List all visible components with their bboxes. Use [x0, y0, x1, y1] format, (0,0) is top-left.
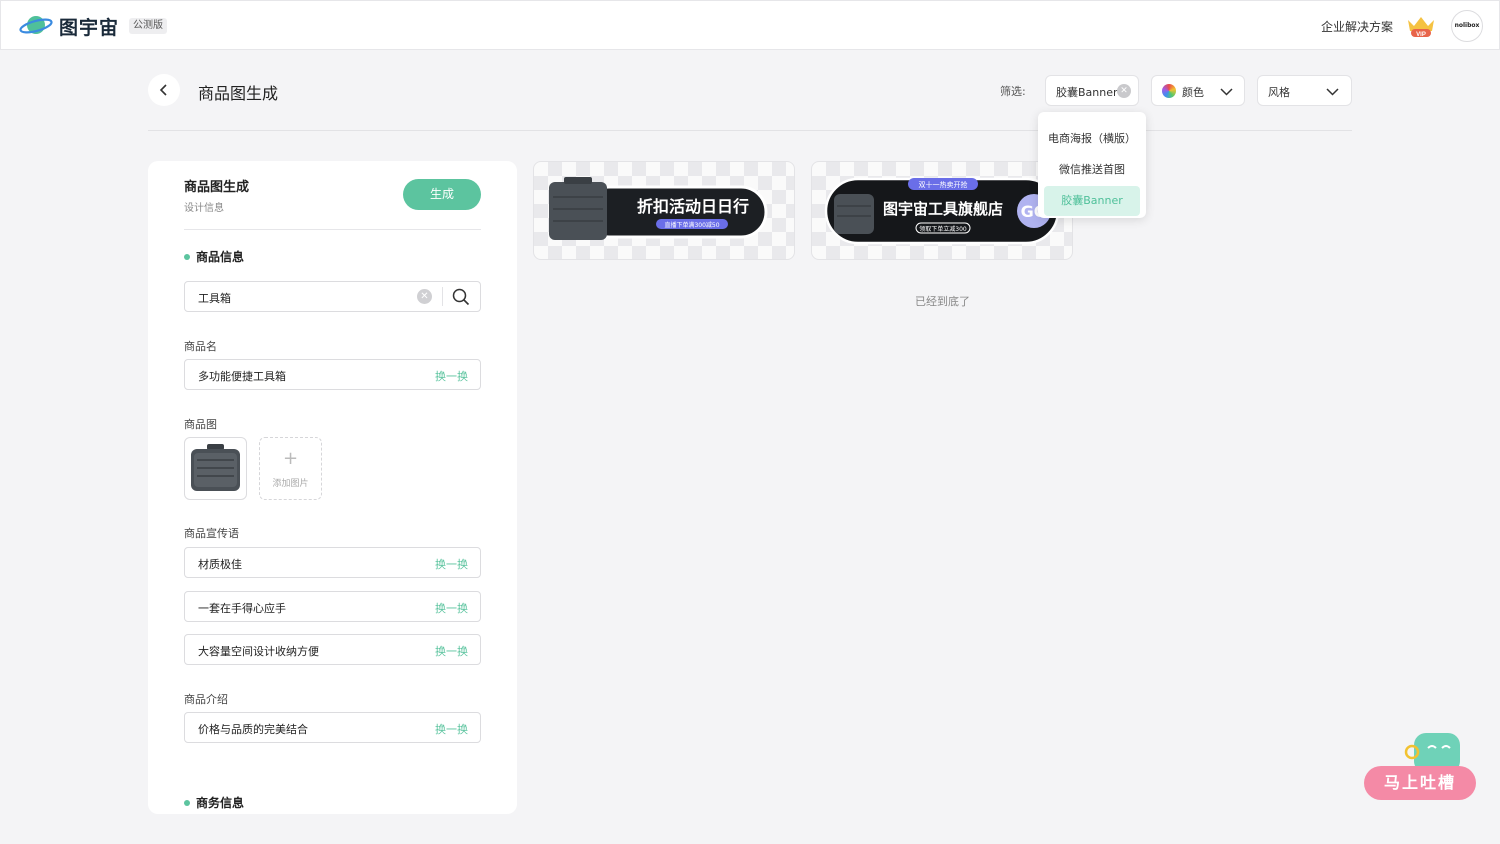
swap-button[interactable]: 换一换 — [435, 556, 468, 572]
swap-button[interactable]: 换一换 — [435, 721, 468, 737]
section-dot — [184, 253, 190, 260]
result-card[interactable]: 双十一热卖开抢 图宇宙工具旗舰店 领取下单立减300 GO — [811, 161, 1073, 260]
add-image-label: 添加图片 — [272, 479, 309, 489]
product-info-heading-label: 商品信息 — [196, 250, 245, 264]
slogan-field-3[interactable]: 大容量空间设计收纳方便 换一换 — [184, 634, 481, 665]
product-intro-value: 价格与品质的完美结合 — [198, 723, 308, 736]
feedback-widget[interactable]: 马上吐槽 — [1362, 730, 1478, 802]
banner-tag: 双十一热卖开抢 — [919, 180, 968, 189]
slogan-field-2[interactable]: 一套在手得心应手 换一换 — [184, 591, 481, 622]
product-info-heading: 商品信息 — [184, 248, 244, 265]
end-of-list-text: 已经到底了 — [915, 295, 970, 308]
design-info-panel: 商品图生成 设计信息 生成 商品信息 工具箱 ✕ 商品名 多功能便捷工具箱 换一… — [148, 161, 517, 814]
enterprise-solutions-link[interactable]: 企业解决方案 — [1321, 18, 1393, 35]
banner-headline: 折扣活动日日行 — [637, 197, 749, 216]
color-wheel-icon — [1162, 84, 1176, 98]
product-search-input[interactable]: 工具箱 ✕ — [184, 281, 481, 312]
plus-icon: + — [282, 448, 299, 469]
add-image-button[interactable]: + 添加图片 — [259, 437, 322, 500]
feedback-button[interactable]: 马上吐槽 — [1364, 766, 1476, 800]
user-avatar[interactable]: nolibox — [1451, 10, 1483, 42]
product-name-value: 多功能便捷工具箱 — [198, 370, 286, 383]
filter-label: 筛选: — [1000, 85, 1026, 98]
panel-subtitle: 设计信息 — [184, 203, 224, 214]
planet-logo-icon[interactable] — [19, 11, 53, 39]
banner-headline: 图宇宙工具旗舰店 — [883, 200, 1003, 218]
banner-subline: 直播下单满300减50 — [664, 221, 719, 229]
product-image-label: 商品图 — [184, 418, 217, 431]
business-info-heading: 商务信息 — [184, 794, 244, 811]
product-name-field[interactable]: 多功能便捷工具箱 换一换 — [184, 359, 481, 390]
swap-button[interactable]: 换一换 — [435, 600, 468, 616]
dropdown-item-ecommerce-poster[interactable]: 电商海报（横版） — [1044, 124, 1140, 154]
product-intro-field[interactable]: 价格与品质的完美结合 换一换 — [184, 712, 481, 743]
product-intro-label: 商品介绍 — [184, 693, 228, 706]
style-filter-select[interactable]: 风格 — [1257, 75, 1352, 106]
color-filter-select[interactable]: 颜色 — [1151, 75, 1245, 106]
slogan-value: 一套在手得心应手 — [198, 602, 286, 615]
color-filter-label: 颜色 — [1182, 86, 1204, 99]
back-button[interactable] — [148, 74, 180, 106]
top-navigation-bar: 图宇宙 公测版 企业解决方案 VIP nolibox — [0, 0, 1500, 50]
beta-badge: 公测版 — [129, 18, 167, 34]
style-filter-label: 风格 — [1268, 86, 1290, 99]
result-card[interactable]: 折扣活动日日行 直播下单满300减50 — [533, 161, 795, 260]
capsule-banner-preview: 折扣活动日日行 直播下单满300减50 — [549, 177, 768, 240]
generate-button[interactable]: 生成 — [403, 179, 481, 210]
slogan-value: 大容量空间设计收纳方便 — [198, 645, 319, 658]
toolbox-image-icon — [191, 444, 240, 491]
vip-label: VIP — [1416, 32, 1426, 38]
section-dot — [184, 799, 190, 806]
chevron-left-icon — [159, 84, 167, 96]
panel-divider — [184, 229, 481, 230]
product-name-label: 商品名 — [184, 340, 217, 353]
banner-subline: 领取下单立减300 — [919, 225, 967, 233]
search-separator — [442, 287, 443, 306]
dropdown-item-capsule-banner[interactable]: 胶囊Banner — [1044, 186, 1140, 216]
page-title: 商品图生成 — [198, 84, 279, 103]
header-divider — [148, 130, 1352, 131]
slogan-field-1[interactable]: 材质极佳 换一换 — [184, 547, 481, 578]
panel-title: 商品图生成 — [184, 180, 250, 195]
type-filter-value: 胶囊Banner — [1056, 86, 1118, 99]
swap-button[interactable]: 换一换 — [435, 643, 468, 659]
product-image-thumbnail[interactable] — [184, 437, 247, 500]
clear-search-icon[interactable]: ✕ — [417, 289, 432, 304]
vip-crown-icon[interactable]: VIP — [1405, 14, 1437, 38]
search-icon[interactable] — [452, 288, 470, 306]
chevron-down-icon — [1220, 88, 1233, 96]
chevron-down-icon — [1326, 88, 1339, 96]
swap-button[interactable]: 换一换 — [435, 368, 468, 384]
type-filter-dropdown: 电商海报（横版） 微信推送首图 胶囊Banner — [1038, 112, 1146, 218]
clear-filter-icon[interactable]: ✕ — [1117, 84, 1131, 98]
slogan-value: 材质极佳 — [198, 558, 242, 571]
dropdown-item-wechat-cover[interactable]: 微信推送首图 — [1044, 155, 1140, 185]
capsule-banner-preview: 双十一热卖开抢 图宇宙工具旗舰店 领取下单立减300 GO — [824, 177, 1060, 245]
product-search-value: 工具箱 — [198, 292, 231, 305]
type-filter-chip[interactable]: 胶囊Banner ✕ — [1045, 75, 1139, 106]
slogan-label: 商品宣传语 — [184, 527, 239, 540]
brand-name[interactable]: 图宇宙 — [59, 13, 119, 40]
business-info-heading-label: 商务信息 — [196, 796, 245, 810]
